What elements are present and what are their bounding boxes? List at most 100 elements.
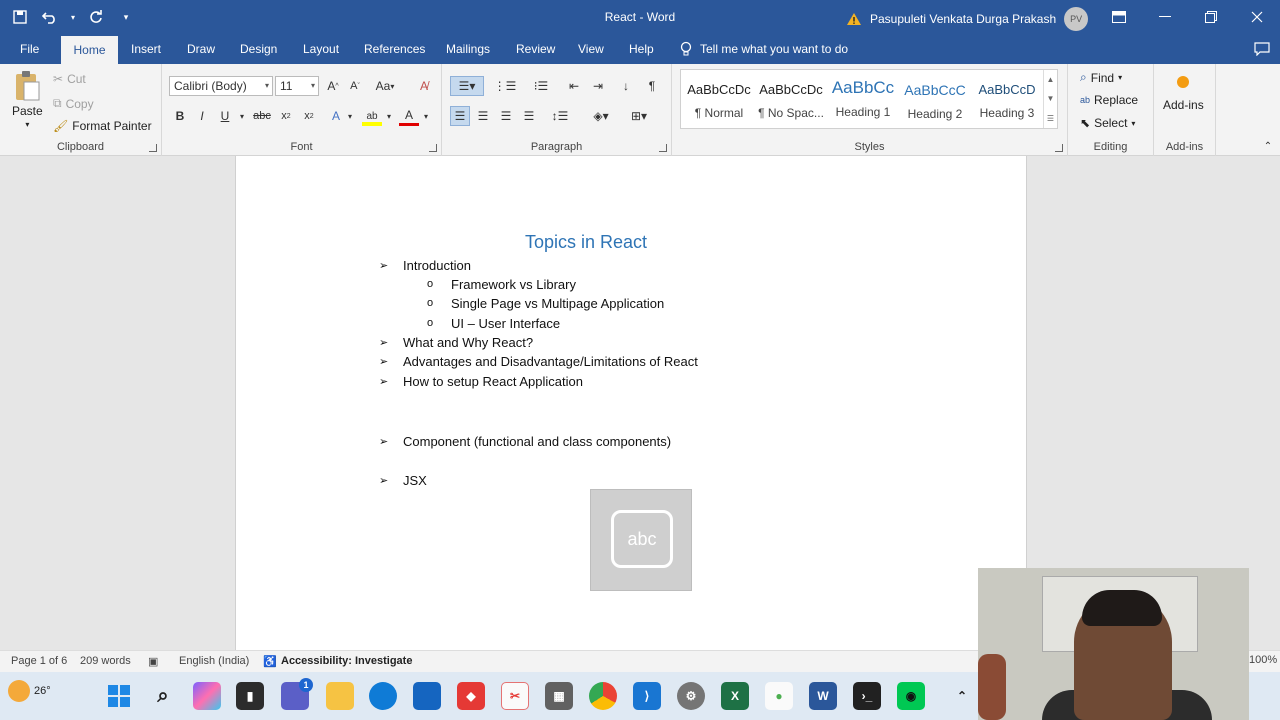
chevron-down-icon[interactable]: ▼	[1047, 94, 1055, 103]
show-formatting-icon[interactable]: ¶	[642, 76, 662, 96]
tab-review[interactable]: Review	[506, 34, 565, 64]
font-launcher-icon[interactable]	[429, 144, 437, 152]
list-item[interactable]: Component (functional and class componen…	[403, 434, 671, 449]
vscode-icon[interactable]: ⟩	[633, 682, 661, 710]
find-button[interactable]: ⌕ Find ▾	[1080, 70, 1122, 85]
terminal-icon[interactable]: ›_	[853, 682, 881, 710]
tab-insert[interactable]: Insert	[121, 34, 171, 64]
zoom-level[interactable]: 100%	[1249, 654, 1277, 666]
borders-icon[interactable]: ⊞▾	[624, 106, 654, 126]
italic-icon[interactable]: I	[192, 106, 212, 126]
file-explorer-icon[interactable]	[326, 682, 354, 710]
excel-icon[interactable]: X	[721, 682, 749, 710]
language-status[interactable]: English (India)	[179, 655, 249, 667]
list-item[interactable]: Advantages and Disadvantage/Limitations …	[403, 354, 698, 369]
avatar[interactable]: PV	[1064, 7, 1089, 31]
copy-button[interactable]: ⧉ Copy	[53, 96, 94, 111]
close-icon[interactable]	[1234, 0, 1280, 34]
teams-chat-icon[interactable]: 1	[281, 678, 313, 710]
style-heading-3[interactable]: AaBbCcD Heading 3	[971, 70, 1043, 128]
align-center-icon[interactable]: ☰	[473, 106, 493, 126]
styles-launcher-icon[interactable]	[1055, 144, 1063, 152]
replace-button[interactable]: ab Replace	[1080, 93, 1138, 107]
list-item[interactable]: Single Page vs Multipage Application	[451, 296, 664, 311]
select-button[interactable]: ⬉ Select ▾	[1080, 116, 1135, 130]
decrease-indent-icon[interactable]: ⇤	[564, 76, 584, 96]
list-item[interactable]: Introduction	[403, 258, 471, 273]
chevron-down-icon[interactable]: ▾	[232, 106, 252, 126]
tell-me-search[interactable]: Tell me what you want to do	[680, 34, 848, 64]
tab-home[interactable]: Home	[61, 34, 118, 64]
multilevel-list-icon[interactable]: ⁝☰	[526, 76, 556, 96]
spell-check-overlay[interactable]: abc	[590, 489, 692, 591]
tab-mailings[interactable]: Mailings	[436, 34, 500, 64]
weather-widget[interactable]: 26°	[8, 680, 51, 702]
cut-button[interactable]: ✂ Cut	[53, 72, 86, 86]
word-count[interactable]: 209 words	[80, 655, 131, 667]
ribbon-display-options-icon[interactable]	[1096, 0, 1142, 34]
anydesk-icon[interactable]: ◆	[457, 682, 485, 710]
align-right-icon[interactable]: ☰	[496, 106, 516, 126]
bullets-icon[interactable]: ☰▾	[450, 76, 484, 96]
chevron-down-icon[interactable]: ▾	[416, 106, 436, 126]
line-spacing-icon[interactable]: ↕☰	[546, 106, 574, 126]
list-item[interactable]: How to setup React Application	[403, 374, 583, 389]
sort-icon[interactable]: ↓	[616, 76, 636, 96]
format-painter-button[interactable]: 🖌 Format Painter	[53, 119, 152, 133]
chevron-up-icon[interactable]: ▲	[1047, 75, 1055, 84]
tab-help[interactable]: Help	[619, 34, 664, 64]
snipping-tool-icon[interactable]: ✂	[501, 682, 529, 710]
increase-indent-icon[interactable]: ⇥	[588, 76, 608, 96]
styles-scrollbar[interactable]: ▲ ▼ ☰	[1043, 70, 1057, 128]
mongodb-icon[interactable]: ●	[765, 682, 793, 710]
document-heading[interactable]: Topics in React	[236, 232, 936, 253]
document-page[interactable]: Topics in React ➢ Introduction o Framewo…	[235, 156, 1027, 650]
style-no-spacing[interactable]: AaBbCcDc ¶ No Spac...	[755, 70, 827, 128]
copilot-icon[interactable]	[193, 682, 221, 710]
tab-view[interactable]: View	[568, 34, 614, 64]
shading-icon[interactable]: ◈▾	[586, 106, 616, 126]
shrink-font-icon[interactable]: Aˇ	[345, 76, 365, 96]
addins-button[interactable]: Add-ins	[1163, 76, 1204, 112]
store-icon[interactable]	[413, 682, 441, 710]
grow-font-icon[interactable]: A ^	[323, 76, 343, 96]
justify-icon[interactable]: ☰	[519, 106, 539, 126]
list-item[interactable]: Framework vs Library	[451, 277, 576, 292]
paste-button[interactable]: Paste ▾	[12, 70, 43, 129]
word-icon[interactable]: W	[809, 682, 837, 710]
tab-draw[interactable]: Draw	[177, 34, 225, 64]
user-account[interactable]: Pasupuleti Venkata Durga Prakash PV	[846, 7, 1089, 31]
chevron-down-icon[interactable]: ▾	[340, 106, 360, 126]
clear-formatting-icon[interactable]: A̸	[414, 76, 434, 96]
windows-start-icon[interactable]	[105, 682, 133, 710]
superscript-icon[interactable]: x2	[299, 106, 319, 126]
task-view-icon[interactable]: ▮	[236, 682, 264, 710]
bold-icon[interactable]: B	[170, 106, 190, 126]
chevron-down-icon[interactable]: ▾	[379, 106, 399, 126]
chrome-icon[interactable]	[589, 682, 617, 710]
style-normal[interactable]: AaBbCcDc ¶ Normal	[683, 70, 755, 128]
page-count[interactable]: Page 1 of 6	[11, 655, 67, 667]
paste-options-chevron-icon[interactable]: ▾	[25, 120, 29, 129]
chat-app-icon[interactable]: ◉	[897, 682, 925, 710]
restore-icon[interactable]	[1188, 0, 1234, 34]
list-item[interactable]: What and Why React?	[403, 335, 533, 350]
tab-file[interactable]: File	[10, 34, 49, 64]
chevron-up-icon[interactable]: ⌃	[948, 682, 976, 710]
proofing-icon[interactable]: ▣	[148, 655, 158, 668]
settings-gear-icon[interactable]: ⚙	[677, 682, 705, 710]
minimize-icon[interactable]	[1142, 0, 1188, 34]
more-styles-icon[interactable]: ☰	[1047, 114, 1054, 123]
calculator-icon[interactable]: ▦	[545, 682, 573, 710]
style-heading-2[interactable]: AaBbCcC Heading 2	[899, 70, 971, 128]
accessibility-status[interactable]: Accessibility: Investigate	[281, 655, 412, 667]
collapse-ribbon-icon[interactable]: ⌃	[1258, 136, 1278, 156]
font-size-select[interactable]: 11 ▾	[275, 76, 319, 96]
change-case-button[interactable]: Aa ▾	[370, 76, 400, 96]
edge-browser-icon[interactable]	[369, 682, 397, 710]
list-item[interactable]: JSX	[403, 473, 427, 488]
tab-references[interactable]: References	[354, 34, 435, 64]
numbering-icon[interactable]: ⋮☰	[490, 76, 520, 96]
subscript-icon[interactable]: x2	[276, 106, 296, 126]
search-icon[interactable]: ⌕	[149, 682, 177, 710]
